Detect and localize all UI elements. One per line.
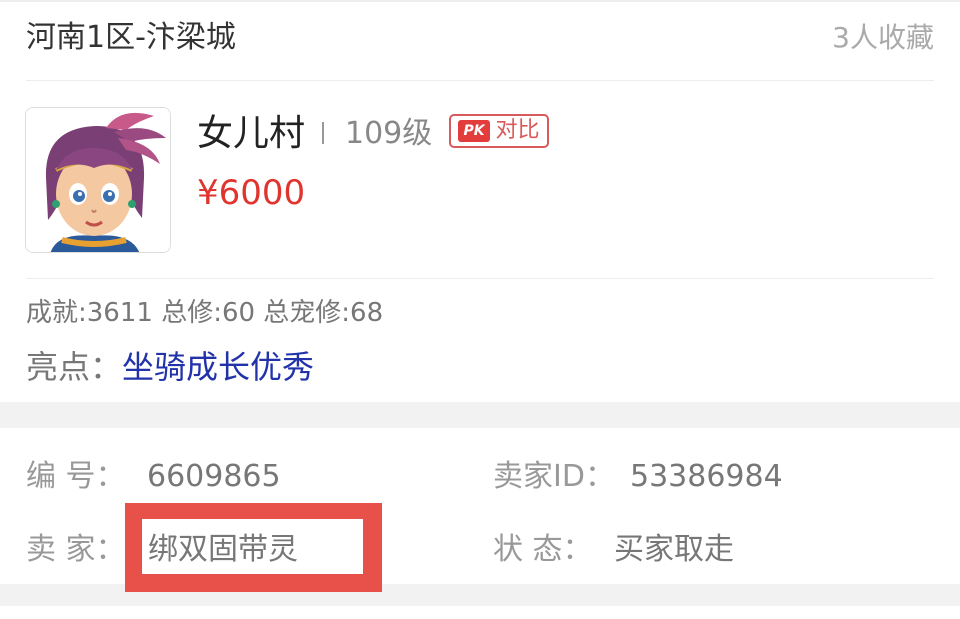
character-avatar[interactable] bbox=[25, 107, 171, 253]
next-card-edge bbox=[0, 606, 960, 619]
divider bbox=[26, 278, 934, 279]
id-label: 编 号： bbox=[26, 459, 126, 494]
seller-id-value: 53386984 bbox=[630, 459, 783, 494]
seller-id-label: 卖家ID： bbox=[493, 459, 615, 494]
highlight-value: 坐骑成长优秀 bbox=[122, 348, 315, 386]
compare-button[interactable]: PK 对比 bbox=[449, 114, 549, 148]
pk-icon: PK bbox=[458, 120, 490, 142]
seller-label: 卖 家： bbox=[26, 532, 126, 567]
status-value: 买家取走 bbox=[614, 532, 734, 567]
role-level: 109级 bbox=[345, 116, 433, 151]
divider bbox=[0, 0, 960, 2]
listing-card[interactable]: 河南1区-汴梁城 3人收藏 女儿村 109级 PK 对比 ¥6000 成就:36… bbox=[0, 0, 960, 402]
character-portrait-icon bbox=[26, 108, 170, 252]
highlight-row: 亮点：坐骑成长优秀 bbox=[26, 344, 314, 390]
divider bbox=[26, 80, 934, 81]
role-name: 女儿村 bbox=[197, 113, 306, 154]
server-name: 河南1区-汴梁城 bbox=[26, 20, 236, 55]
status-label: 状 态： bbox=[493, 532, 593, 567]
divider bbox=[322, 122, 324, 144]
price: ¥6000 bbox=[197, 173, 306, 213]
stats-summary: 成就:3611 总修:60 总宠修:68 bbox=[26, 298, 384, 328]
favorites-count: 3人收藏 bbox=[832, 21, 934, 54]
compare-label: 对比 bbox=[495, 118, 540, 143]
id-value: 6609865 bbox=[147, 459, 281, 494]
seller-value: 绑双固带灵 bbox=[148, 532, 298, 567]
highlight-label: 亮点： bbox=[26, 348, 123, 386]
